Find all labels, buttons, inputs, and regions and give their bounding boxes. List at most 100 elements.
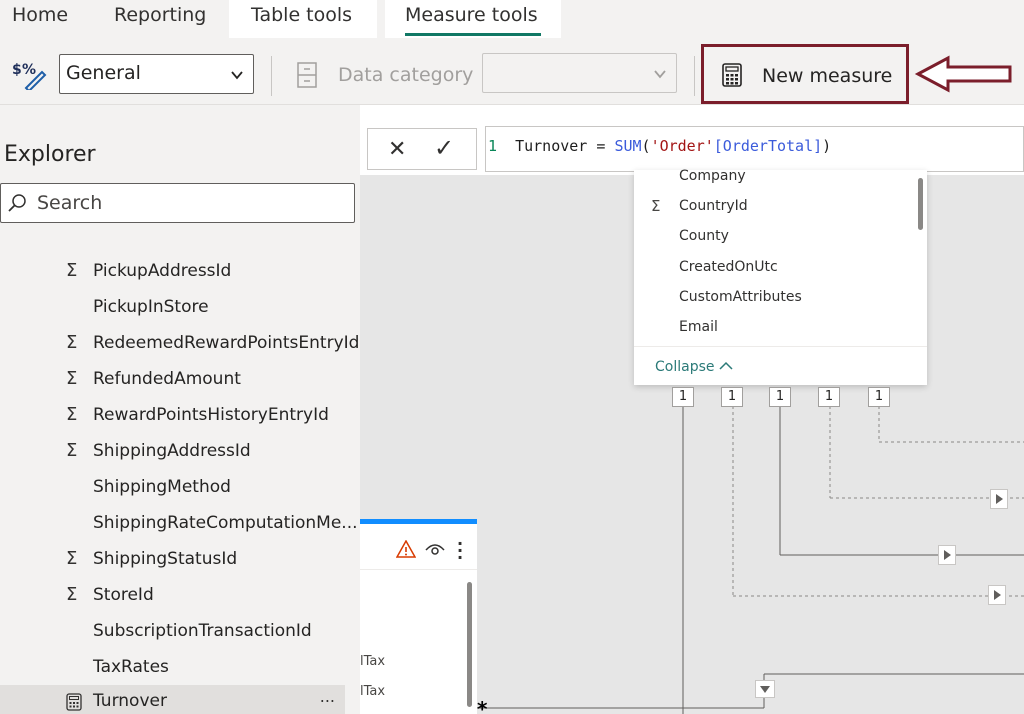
- sigma-icon: Σ: [651, 197, 661, 215]
- ribbon-tabs: Home Reporting Table tools Measure tools: [0, 0, 1024, 38]
- ribbon-divider: [694, 56, 695, 96]
- sigma-icon: Σ: [66, 548, 78, 569]
- svg-text:$: $: [12, 62, 22, 78]
- measure-name: Turnover: [515, 137, 588, 155]
- power-bi-desktop-window: Home Reporting Table tools Measure tools…: [0, 0, 1024, 714]
- collapse-label: Collapse: [655, 359, 715, 375]
- cardinality-badge: 1: [868, 387, 890, 407]
- close-paren: ): [822, 137, 832, 155]
- field-item[interactable]: ShippingRateComputationMe...: [0, 507, 358, 539]
- more-options-icon[interactable]: ...: [320, 687, 335, 706]
- relationship-direction-icon[interactable]: [990, 489, 1008, 509]
- sigma-icon: Σ: [66, 332, 78, 353]
- popup-field-item[interactable]: Company: [679, 168, 746, 184]
- field-name: StoreId: [93, 585, 154, 605]
- commit-formula-button[interactable]: ✓: [434, 134, 454, 162]
- table-card[interactable]: · · · lTax lTax: [360, 519, 477, 714]
- field-item[interactable]: Σ PickupAddressId: [0, 255, 345, 287]
- line-number: 1: [488, 137, 498, 155]
- function-name: SUM: [614, 137, 642, 155]
- cardinality-badge: 1: [672, 387, 694, 407]
- field-name: ShippingRateComputationMe...: [93, 513, 358, 533]
- search-icon: [8, 194, 26, 212]
- format-dropdown[interactable]: General: [59, 54, 254, 94]
- table-card-header: · · ·: [360, 524, 477, 570]
- field-name: ShippingAddressId: [93, 441, 251, 461]
- dax-formula-text: 1 Turnover = SUM('Order'[OrderTotal]): [488, 137, 832, 155]
- field-name: SubscriptionTransactionId: [93, 621, 312, 641]
- sigma-icon: Σ: [66, 260, 78, 281]
- active-tab-indicator: [405, 33, 541, 36]
- field-item[interactable]: PickupInStore: [0, 291, 345, 323]
- relationship-direction-icon[interactable]: [755, 680, 775, 698]
- svg-text:%: %: [22, 62, 36, 78]
- table-card-scrollbar[interactable]: [467, 582, 472, 707]
- dax-formula-input[interactable]: 1 Turnover = SUM('Order'[OrderTotal]): [485, 126, 1024, 172]
- field-name: PickupInStore: [93, 297, 209, 317]
- new-measure-label: New measure: [762, 65, 893, 87]
- data-category-label: Data category: [338, 64, 474, 86]
- many-cardinality-marker: *: [477, 697, 488, 714]
- warning-icon: [396, 540, 416, 558]
- search-placeholder: Search: [37, 192, 103, 214]
- field-item[interactable]: Σ ShippingStatusId: [0, 543, 345, 575]
- field-name: TaxRates: [93, 657, 169, 677]
- tab-home[interactable]: Home: [0, 0, 80, 38]
- calculator-icon: [722, 63, 742, 87]
- popup-field-item[interactable]: County: [679, 228, 729, 244]
- table-card-field[interactable]: lTax: [360, 654, 385, 669]
- tab-table-tools[interactable]: Table tools: [229, 0, 377, 38]
- data-category-dropdown[interactable]: [482, 53, 677, 93]
- collapse-button[interactable]: Collapse: [655, 359, 733, 375]
- field-item[interactable]: TaxRates: [0, 651, 345, 683]
- popup-field-item[interactable]: CreatedOnUtc: [679, 259, 778, 275]
- field-name: PickupAddressId: [93, 261, 232, 281]
- table-card-field[interactable]: lTax: [360, 684, 385, 699]
- tab-reporting[interactable]: Reporting: [102, 0, 218, 38]
- popup-field-item[interactable]: CountryId: [679, 198, 748, 214]
- cancel-formula-button[interactable]: ✕: [388, 137, 406, 162]
- more-options-icon[interactable]: · · ·: [457, 536, 463, 566]
- cardinality-badge: 1: [721, 387, 743, 407]
- field-item[interactable]: ShippingMethod: [0, 471, 345, 503]
- chevron-down-icon: [231, 71, 243, 80]
- chevron-up-icon: [719, 361, 733, 370]
- sigma-icon: Σ: [66, 404, 78, 425]
- format-currency-icon[interactable]: $ %: [12, 58, 48, 93]
- new-measure-button[interactable]: New measure: [701, 44, 909, 104]
- relationship-direction-icon[interactable]: [988, 585, 1006, 605]
- field-name: ShippingMethod: [93, 477, 231, 497]
- search-input[interactable]: Search: [0, 183, 355, 223]
- popup-field-item[interactable]: Email: [679, 319, 718, 335]
- table-field-list-popup: Company Σ CountryId County CreatedOnUtc …: [634, 168, 927, 385]
- field-item[interactable]: Σ StoreId: [0, 579, 345, 611]
- eye-icon[interactable]: [425, 543, 445, 557]
- ribbon-divider: [271, 56, 272, 96]
- explorer-pane: Explorer Search Σ PickupAddressId Pickup…: [0, 105, 360, 714]
- formula-commit-controls: ✕ ✓: [367, 128, 477, 170]
- cardinality-badge: 1: [818, 387, 840, 407]
- equals-sign: =: [596, 137, 606, 155]
- field-item[interactable]: Σ RedeemedRewardPointsEntryId: [0, 327, 359, 359]
- format-dropdown-value: General: [66, 62, 141, 84]
- column-reference: [OrderTotal]: [713, 137, 823, 155]
- sigma-icon: Σ: [66, 440, 78, 461]
- field-item-selected[interactable]: Turnover ...: [0, 685, 345, 714]
- relationship-direction-icon[interactable]: [938, 545, 956, 565]
- popup-scrollbar[interactable]: [918, 178, 923, 230]
- field-name: RefundedAmount: [93, 369, 241, 389]
- table-reference: 'Order': [650, 137, 714, 155]
- popup-divider: [634, 346, 927, 347]
- popup-field-item[interactable]: CustomAttributes: [679, 289, 802, 305]
- field-item[interactable]: Σ RewardPointsHistoryEntryId: [0, 399, 345, 431]
- sigma-icon: Σ: [66, 584, 78, 605]
- field-item[interactable]: Σ RefundedAmount: [0, 363, 345, 395]
- calculator-icon: [66, 693, 82, 711]
- field-item[interactable]: SubscriptionTransactionId: [0, 615, 345, 647]
- chevron-down-icon: [654, 70, 666, 79]
- field-name: RedeemedRewardPointsEntryId: [93, 333, 360, 353]
- field-name: ShippingStatusId: [93, 549, 238, 569]
- explorer-title: Explorer: [4, 142, 96, 167]
- field-item[interactable]: Σ ShippingAddressId: [0, 435, 345, 467]
- sigma-icon: Σ: [66, 368, 78, 389]
